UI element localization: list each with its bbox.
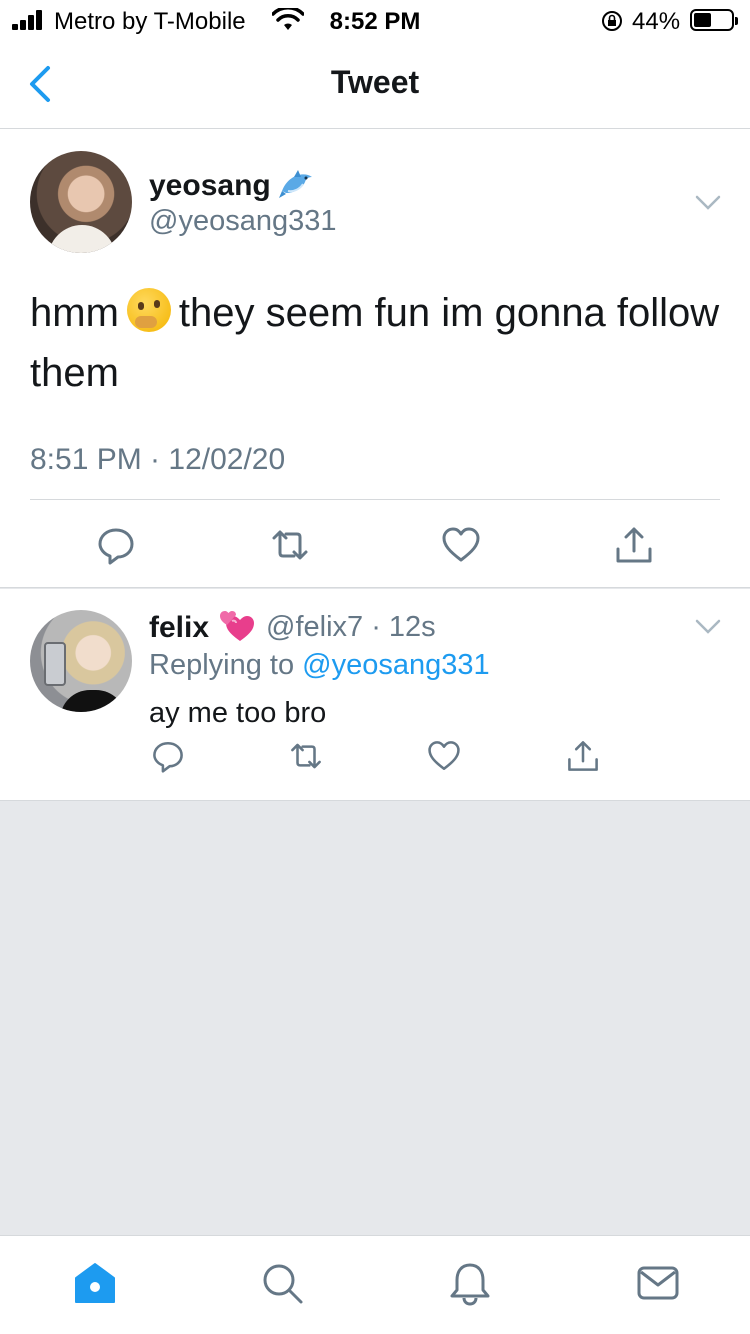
status-bar: Metro by T-Mobile 8:52 PM 44% [0,0,750,40]
home-icon[interactable] [72,1260,118,1306]
retweet-icon[interactable] [270,525,310,565]
reply-author-name[interactable]: felix [149,611,209,645]
chevron-down-icon[interactable] [695,195,721,211]
navigation-bar: Tweet [0,40,750,129]
battery-icon [690,9,738,31]
reply-icon[interactable] [151,739,185,773]
replying-prefix: Replying to [149,649,295,681]
share-icon[interactable] [566,739,600,773]
author-name[interactable]: yeosang [149,169,271,203]
replying-to-line: Replying to @yeosang331 [149,649,490,682]
reply-handle-time[interactable]: @felix7 · 12s [266,611,436,644]
divider [30,499,720,500]
replying-mention-link[interactable]: @yeosang331 [302,649,489,681]
search-icon[interactable] [259,1260,305,1306]
author-handle[interactable]: @yeosang331 [149,205,336,238]
chevron-down-icon[interactable] [695,619,721,635]
share-icon[interactable] [614,525,654,565]
tweet-text-start: hmm [30,291,119,335]
thinking-face-emoji [126,288,171,332]
dolphin-emoji [279,170,312,198]
reply-tweet[interactable]: felix @felix7 · 12s Replying to @yeosang… [0,589,750,801]
tab-bar [0,1235,750,1334]
revolving-hearts-emoji [220,611,254,641]
reply-text: ay me too bro [149,697,327,729]
messages-icon[interactable] [635,1260,681,1306]
notifications-icon[interactable] [447,1260,493,1306]
rotation-lock-icon [602,11,622,31]
avatar[interactable] [30,151,132,253]
tweet-timestamp: 8:51 PM · 12/02/20 [30,443,286,476]
like-icon[interactable] [427,739,461,773]
reply-icon[interactable] [96,525,136,565]
main-tweet: yeosang @yeosang331 hmm they seem fun im … [0,129,750,588]
avatar[interactable] [30,610,132,712]
tweet-text: hmm they seem fun im gonna follow them [30,283,730,403]
page-title: Tweet [330,64,420,100]
like-icon[interactable] [441,525,481,565]
retweet-icon[interactable] [289,739,323,773]
battery-percent: 44% [632,8,681,35]
